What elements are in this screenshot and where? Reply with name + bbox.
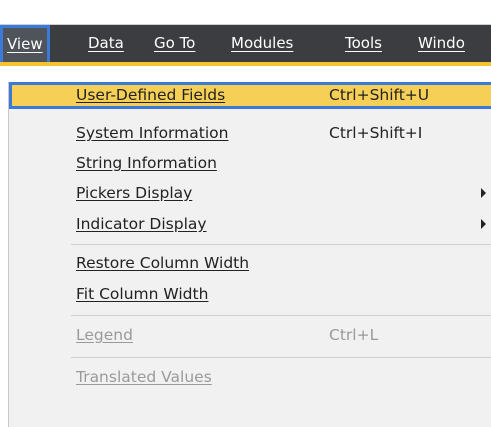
submenu-arrow-icon [481, 219, 486, 229]
menu-item-label: String Information [76, 154, 217, 172]
menu-item-label: Legend [76, 326, 133, 344]
menu-item-legend[interactable]: Legend Ctrl+L [9, 322, 491, 349]
menu-item-restore-column-width[interactable]: Restore Column Width [9, 250, 491, 277]
menu-item-shortcut: Ctrl+Shift+U [329, 86, 430, 104]
view-dropdown-menu: User-Defined Fields Ctrl+Shift+U System … [8, 82, 491, 427]
menu-tools[interactable]: Tools [345, 25, 382, 62]
menu-item-shortcut: Ctrl+L [329, 326, 379, 344]
submenu-arrow-icon [481, 188, 486, 198]
menu-item-fit-column-width[interactable]: Fit Column Width [9, 281, 491, 308]
menu-separator [71, 315, 491, 316]
menu-separator [71, 357, 491, 358]
menu-item-label: User-Defined Fields [76, 86, 226, 104]
menu-go-to[interactable]: Go To [154, 25, 195, 62]
menu-item-label: Restore Column Width [76, 254, 250, 272]
menu-item-user-defined-fields[interactable]: User-Defined Fields Ctrl+Shift+U [9, 82, 491, 109]
menu-item-translated-values[interactable]: Translated Values [9, 364, 491, 391]
menu-item-shortcut: Ctrl+Shift+I [329, 124, 423, 142]
menu-bar: View Data Go To Modules Tools Windo [0, 25, 491, 66]
menu-item-label: System Information [76, 124, 229, 142]
menu-view[interactable]: View [0, 25, 50, 66]
menu-item-label: Pickers Display [76, 184, 193, 202]
menu-modules[interactable]: Modules [231, 25, 293, 62]
window-top-strip [0, 0, 491, 24]
menu-item-system-information[interactable]: System Information Ctrl+Shift+I [9, 120, 491, 147]
menu-item-label: Indicator Display [76, 215, 207, 233]
menu-bar-accent [0, 62, 491, 66]
menu-item-label: Translated Values [76, 368, 212, 386]
menu-item-label: Fit Column Width [76, 285, 209, 303]
menu-item-pickers-display[interactable]: Pickers Display [9, 180, 491, 207]
menu-item-string-information[interactable]: String Information [9, 150, 491, 177]
menu-separator [71, 244, 491, 245]
menu-data[interactable]: Data [88, 25, 124, 62]
menu-window[interactable]: Windo [418, 25, 465, 62]
menu-item-indicator-display[interactable]: Indicator Display [9, 211, 491, 238]
